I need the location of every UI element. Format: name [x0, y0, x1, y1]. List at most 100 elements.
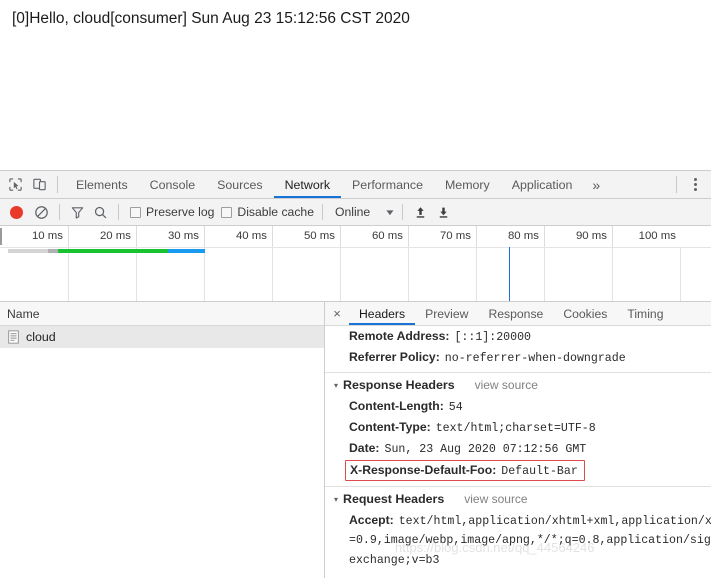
header-referrer-policy-value: no-referrer-when-downgrade	[444, 352, 626, 365]
header-remote-address: Remote Address: [::1]:20000	[325, 326, 711, 347]
tab-sources-label: Sources	[217, 177, 263, 192]
search-icon[interactable]	[91, 203, 110, 222]
tab-network[interactable]: Network	[273, 171, 342, 198]
tab-response[interactable]: Response	[478, 302, 553, 325]
tab-application[interactable]: Application	[501, 171, 584, 198]
page-viewport: [0]Hello, cloud[consumer] Sun Aug 23 15:…	[0, 0, 711, 170]
header-accept: Accept: text/html,application/xhtml+xml,…	[325, 510, 711, 531]
header-content-length: Content-Length: 54	[325, 396, 711, 417]
timeline-tick: 10 ms	[0, 226, 69, 247]
disable-cache-label: Disable cache	[237, 205, 314, 219]
triangle-down-icon: ▾	[334, 494, 339, 504]
tab-memory[interactable]: Memory	[434, 171, 501, 198]
devtools-tabbar: Elements Console Sources Network Perform…	[0, 171, 711, 199]
response-view-source-link[interactable]: view source	[475, 378, 538, 392]
tab-network-label: Network	[284, 177, 331, 192]
filter-icon[interactable]	[68, 203, 87, 222]
timeline-tick: 60 ms	[341, 226, 409, 247]
header-accept-key: Accept:	[349, 513, 394, 527]
tab-elements[interactable]: Elements	[65, 171, 139, 198]
timeline-gridline	[272, 247, 273, 301]
tab-console-label: Console	[149, 177, 196, 192]
throttling-select[interactable]: Online ▼	[335, 205, 397, 219]
tab-sources[interactable]: Sources	[206, 171, 273, 198]
tab-cookies[interactable]: Cookies	[553, 302, 617, 325]
devtools-tab-list: Elements Console Sources Network Perform…	[62, 171, 672, 198]
devtools-tabbar-right	[672, 171, 711, 198]
header-content-type-value: text/html;charset=UTF-8	[435, 422, 596, 435]
tab-cookies-label: Cookies	[563, 306, 608, 321]
devtools-panel: Elements Console Sources Network Perform…	[0, 170, 711, 578]
request-details-pane: × Headers Preview Response Cookies Timin…	[325, 302, 711, 578]
request-row-name: cloud	[26, 329, 56, 344]
tab-preview-label: Preview	[425, 306, 469, 321]
tab-response-label: Response	[488, 306, 544, 321]
header-accept-value-line2: =0.9,image/webp,image/apng,*/*;q=0.8,app…	[349, 534, 711, 547]
more-tabs-icon[interactable]: »	[583, 171, 609, 198]
tab-performance[interactable]: Performance	[341, 171, 434, 198]
close-icon[interactable]: ×	[325, 302, 349, 325]
timeline-gridline	[136, 247, 137, 301]
tab-timing-label: Timing	[627, 306, 664, 321]
timeline-tick: 20 ms	[69, 226, 137, 247]
network-toolbar-divider-2	[118, 204, 119, 220]
timeline-gridline	[476, 247, 477, 301]
timeline-tick: 90 ms	[545, 226, 613, 247]
header-x-response-default-foo: X-Response-Default-Foo: Default-Bar	[345, 460, 585, 481]
waterfall-segment-waiting	[58, 249, 168, 253]
header-remote-address-value: [::1]:20000	[454, 331, 531, 344]
tab-headers-label: Headers	[359, 306, 406, 321]
disable-cache-checkbox[interactable]: Disable cache	[221, 205, 314, 219]
tab-preview[interactable]: Preview	[415, 302, 478, 325]
header-remote-address-key: Remote Address:	[349, 329, 450, 343]
network-panes: Name cloud × Headers Preview Response Co…	[0, 302, 711, 578]
tab-memory-label: Memory	[444, 177, 490, 192]
clear-icon[interactable]	[32, 203, 51, 222]
timeline-tick: 40 ms	[205, 226, 273, 247]
request-details-tabbar: × Headers Preview Response Cookies Timin…	[325, 302, 711, 326]
toolbar-divider	[57, 176, 58, 193]
document-icon	[8, 329, 19, 344]
tab-console[interactable]: Console	[139, 171, 206, 198]
response-headers-section-header[interactable]: ▾ Response Headers view source	[325, 373, 711, 396]
more-options-icon[interactable]	[687, 176, 703, 194]
import-har-icon[interactable]	[411, 203, 430, 222]
header-x-response-default-foo-key: X-Response-Default-Foo:	[350, 463, 497, 477]
timeline-ruler: 10 ms 20 ms 30 ms 40 ms 50 ms 60 ms 70 m…	[0, 226, 711, 248]
network-toolbar: Preserve log Disable cache Online ▼	[0, 199, 711, 226]
preserve-log-checkbox-box	[130, 206, 141, 218]
preserve-log-label: Preserve log	[146, 205, 215, 219]
devtools-tool-icons	[0, 171, 53, 198]
header-date-value: Sun, 23 Aug 2020 07:12:56 GMT	[384, 443, 587, 456]
device-toolbar-icon[interactable]	[31, 176, 48, 193]
header-content-length-value: 54	[448, 401, 463, 414]
timeline-gridline	[204, 247, 205, 301]
preserve-log-checkbox[interactable]: Preserve log	[130, 205, 214, 219]
request-row-cloud[interactable]: cloud	[0, 326, 324, 348]
timeline-gridline	[612, 247, 613, 301]
waterfall-segment-download	[168, 249, 205, 253]
highlighted-header-wrapper: X-Response-Default-Foo: Default-Bar	[325, 459, 711, 482]
request-headers-section-header[interactable]: ▾ Request Headers view source	[325, 487, 711, 510]
inspect-element-icon[interactable]	[7, 176, 24, 193]
timeline-gridline	[68, 247, 69, 301]
tab-headers[interactable]: Headers	[349, 302, 416, 325]
network-timeline-overview[interactable]: 10 ms 20 ms 30 ms 40 ms 50 ms 60 ms 70 m…	[0, 226, 711, 302]
header-referrer-policy: Referrer Policy: no-referrer-when-downgr…	[325, 347, 711, 368]
request-view-source-link[interactable]: view source	[464, 492, 527, 506]
timeline-tick: 70 ms	[409, 226, 477, 247]
timeline-waterfall-bar	[8, 249, 205, 253]
request-headers-title: Request Headers	[343, 492, 445, 506]
request-list-pane: Name cloud	[0, 302, 325, 578]
toolbar-divider-right	[676, 176, 677, 193]
tab-application-label: Application	[511, 177, 573, 192]
request-list-column-header[interactable]: Name	[0, 302, 324, 326]
record-button[interactable]	[10, 205, 23, 219]
headers-content: Remote Address: [::1]:20000 Referrer Pol…	[325, 326, 711, 578]
response-headers-title: Response Headers	[343, 378, 455, 392]
tab-timing[interactable]: Timing	[617, 302, 673, 325]
header-date-key: Date:	[349, 441, 380, 455]
timeline-tick: 100 ms	[638, 230, 676, 242]
export-har-icon[interactable]	[434, 203, 453, 222]
chevron-down-icon: ▼	[384, 207, 397, 217]
